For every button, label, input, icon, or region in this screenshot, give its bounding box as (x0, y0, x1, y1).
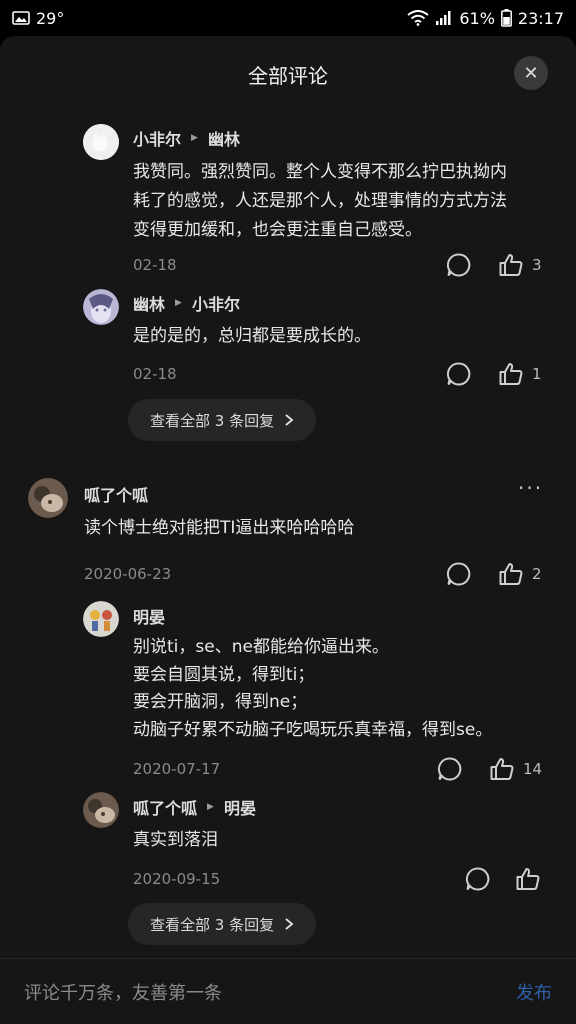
chevron-right-icon (284, 413, 294, 427)
like-count: 14 (523, 760, 543, 778)
reply-to-name[interactable]: 小非尔 (192, 291, 240, 315)
reply-text-line: 是的是的，总归都是要成长的。 (133, 326, 371, 346)
thumbs-up-icon[interactable] (498, 252, 524, 278)
reply-text: 我赞同。强烈赞同。整个人变得不那么拧巴执拗内 耗了的感觉，人还是那个人，处理事情… (133, 158, 553, 245)
author-name[interactable]: 小非尔 (133, 126, 181, 150)
thumbs-up-icon[interactable] (489, 756, 515, 782)
comment-icon[interactable] (465, 866, 491, 892)
like-count: 3 (532, 256, 542, 274)
sheet-header: 全部评论 ✕ (0, 36, 576, 112)
close-button[interactable]: ✕ (514, 56, 548, 90)
comment-icon[interactable] (437, 756, 463, 782)
gallery-icon (12, 11, 30, 25)
comment-date: 2020-06-23 (84, 565, 172, 583)
reply-date: 2020-07-17 (133, 760, 221, 778)
reply-date: 02-18 (133, 365, 177, 383)
temperature-text: 29° (36, 8, 65, 28)
reply-to-name[interactable]: 幽林 (208, 126, 240, 150)
like-count: 2 (532, 565, 542, 583)
reply-author-line: 明晏 (133, 604, 165, 628)
clock-time: 23:17 (517, 8, 564, 28)
reply-text-line: 耗了的感觉，人还是那个人，处理事情的方式方法 (133, 191, 507, 211)
thumbs-up-icon[interactable] (498, 361, 524, 387)
reply-author-line: 幽林 ▶ 小非尔 (133, 291, 240, 315)
comment-input-bar: 评论千万条，友善第一条 发布 (0, 958, 576, 1024)
reply-text: 真实到落泪 (133, 826, 553, 855)
avatar[interactable] (83, 124, 119, 160)
reply-text-line: 动脑子好累不动脑子吃喝玩乐真幸福，得到se。 (133, 719, 493, 740)
battery-percent: 61% (459, 8, 495, 28)
reply-date: 02-18 (133, 256, 177, 274)
view-all-replies-label: 查看全部 3 条回复 (150, 915, 275, 934)
avatar[interactable] (83, 601, 119, 637)
view-all-replies-label: 查看全部 3 条回复 (150, 411, 275, 430)
thumbs-up-icon[interactable] (515, 866, 541, 892)
reply-text-line: 真实到落泪 (133, 830, 218, 850)
reply-arrow-icon: ▶ (191, 133, 198, 143)
reply-text-line: 我赞同。强烈赞同。整个人变得不那么拧巴执拗内 (133, 162, 507, 182)
author-name[interactable]: 呱了个呱 (84, 482, 148, 506)
reply-to-name[interactable]: 明晏 (224, 795, 256, 819)
reply-text-line: 要会自圆其说，得到ti； (133, 664, 315, 685)
comment-author-line: 呱了个呱 (84, 482, 148, 506)
reply-text-line: 变得更加缓和，也会更注重自己感受。 (133, 220, 422, 240)
more-options-icon[interactable]: ··· (518, 476, 543, 500)
reply-text-line: 要会开脑洞，得到ne； (133, 692, 308, 712)
comment-icon[interactable] (446, 252, 472, 278)
reply-text: 是的是的，总归都是要成长的。 (133, 322, 553, 351)
avatar[interactable] (83, 289, 119, 325)
battery-icon (500, 9, 512, 27)
reply-actions: 1 (446, 361, 542, 387)
comment-input[interactable]: 评论千万条，友善第一条 (24, 979, 222, 1005)
comment-actions: 2 (446, 561, 542, 587)
reply-text-line: 别说ti，se、ne都能给你逼出来。 (133, 637, 389, 657)
wifi-icon (407, 10, 429, 26)
avatar[interactable] (83, 792, 119, 828)
publish-button[interactable]: 发布 (516, 979, 552, 1005)
reply-author-line: 呱了个呱 ▶ 明晏 (133, 795, 256, 819)
author-name[interactable]: 幽林 (133, 291, 165, 315)
reply-actions: 3 (446, 252, 542, 278)
author-name[interactable]: 明晏 (133, 604, 165, 628)
thumbs-up-icon[interactable] (498, 561, 524, 587)
comments-sheet: 全部评论 ✕ 小非尔 ▶ 幽林 我赞同。强烈赞同。整个人变得不那么拧巴执拗内 耗… (0, 36, 576, 1024)
reply-author-line: 小非尔 ▶ 幽林 (133, 126, 240, 150)
page-title: 全部评论 (248, 63, 328, 88)
like-count: 1 (532, 365, 542, 383)
avatar[interactable] (28, 478, 68, 518)
chevron-right-icon (284, 917, 294, 931)
signal-icon (435, 10, 453, 26)
reply-arrow-icon: ▶ (175, 298, 182, 308)
view-all-replies-button[interactable]: 查看全部 3 条回复 (128, 399, 317, 441)
reply-text: 别说ti，se、ne都能给你逼出来。 要会自圆其说，得到ti； 要会开脑洞，得到… (133, 634, 553, 744)
comment-icon[interactable] (446, 361, 472, 387)
reply-arrow-icon: ▶ (207, 802, 214, 812)
comment-text-line: 读个博士绝对能把TI逼出来哈哈哈哈 (84, 518, 355, 538)
author-name[interactable]: 呱了个呱 (133, 795, 197, 819)
reply-actions: 14 (437, 756, 542, 782)
view-all-replies-button[interactable]: 查看全部 3 条回复 (128, 903, 317, 945)
reply-actions (465, 866, 559, 892)
status-bar: 29° 61% 23:17 (0, 0, 576, 36)
comment-text: 读个博士绝对能把TI逼出来哈哈哈哈 (84, 514, 554, 543)
comment-icon[interactable] (446, 561, 472, 587)
reply-date: 2020-09-15 (133, 870, 221, 888)
